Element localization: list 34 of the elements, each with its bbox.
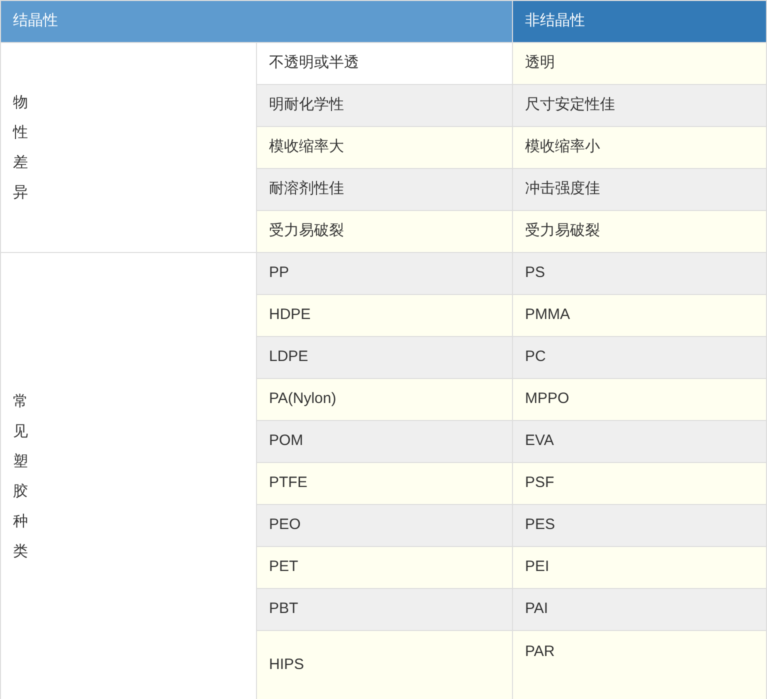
table-cell: EVA	[525, 432, 554, 450]
table-cell: PS	[525, 264, 546, 282]
table-cell: PBT	[269, 600, 298, 618]
table-cell: HIPS	[269, 656, 304, 674]
table-cell: 冲击强度佳	[525, 180, 600, 198]
group-label: 物性差异	[13, 92, 28, 202]
table-cell: 尺寸安定性佳	[525, 96, 615, 114]
table-cell: LDPE	[269, 348, 308, 366]
table-cell: PC	[525, 348, 546, 366]
group-label: 常见塑胶种类	[13, 392, 28, 562]
column-header: 结晶性	[0, 0, 512, 42]
table-cell: 不透明或半透	[269, 54, 359, 72]
table-cell: PES	[525, 516, 556, 534]
table-cell: PEI	[525, 558, 550, 576]
table-cell: MPPO	[525, 390, 570, 408]
table-cell: PAI	[525, 600, 548, 618]
table-cell: PAR	[525, 643, 555, 660]
table-cell: 受力易破裂	[269, 222, 344, 240]
table-cell: PEO	[269, 516, 301, 534]
table-cell: PMMA	[525, 306, 570, 324]
table-cell: PTFE	[269, 474, 308, 492]
table-cell: 模收缩率小	[525, 138, 600, 156]
table-cell: 明耐化学性	[269, 96, 344, 114]
table-cell: 耐溶剂性佳	[269, 180, 344, 198]
table-cell: 模收缩率大	[269, 138, 344, 156]
table-cell: 透明	[525, 54, 555, 72]
table-cell: PSF	[525, 474, 554, 492]
table-cell: PA(Nylon)	[269, 390, 336, 408]
table-cell: HDPE	[269, 306, 311, 324]
table-cell: PP	[269, 264, 290, 282]
table-cell: PET	[269, 558, 298, 576]
table-cell: 受力易破裂	[525, 222, 600, 240]
column-header: 非结晶性	[512, 0, 766, 42]
table-cell: POM	[269, 432, 304, 450]
